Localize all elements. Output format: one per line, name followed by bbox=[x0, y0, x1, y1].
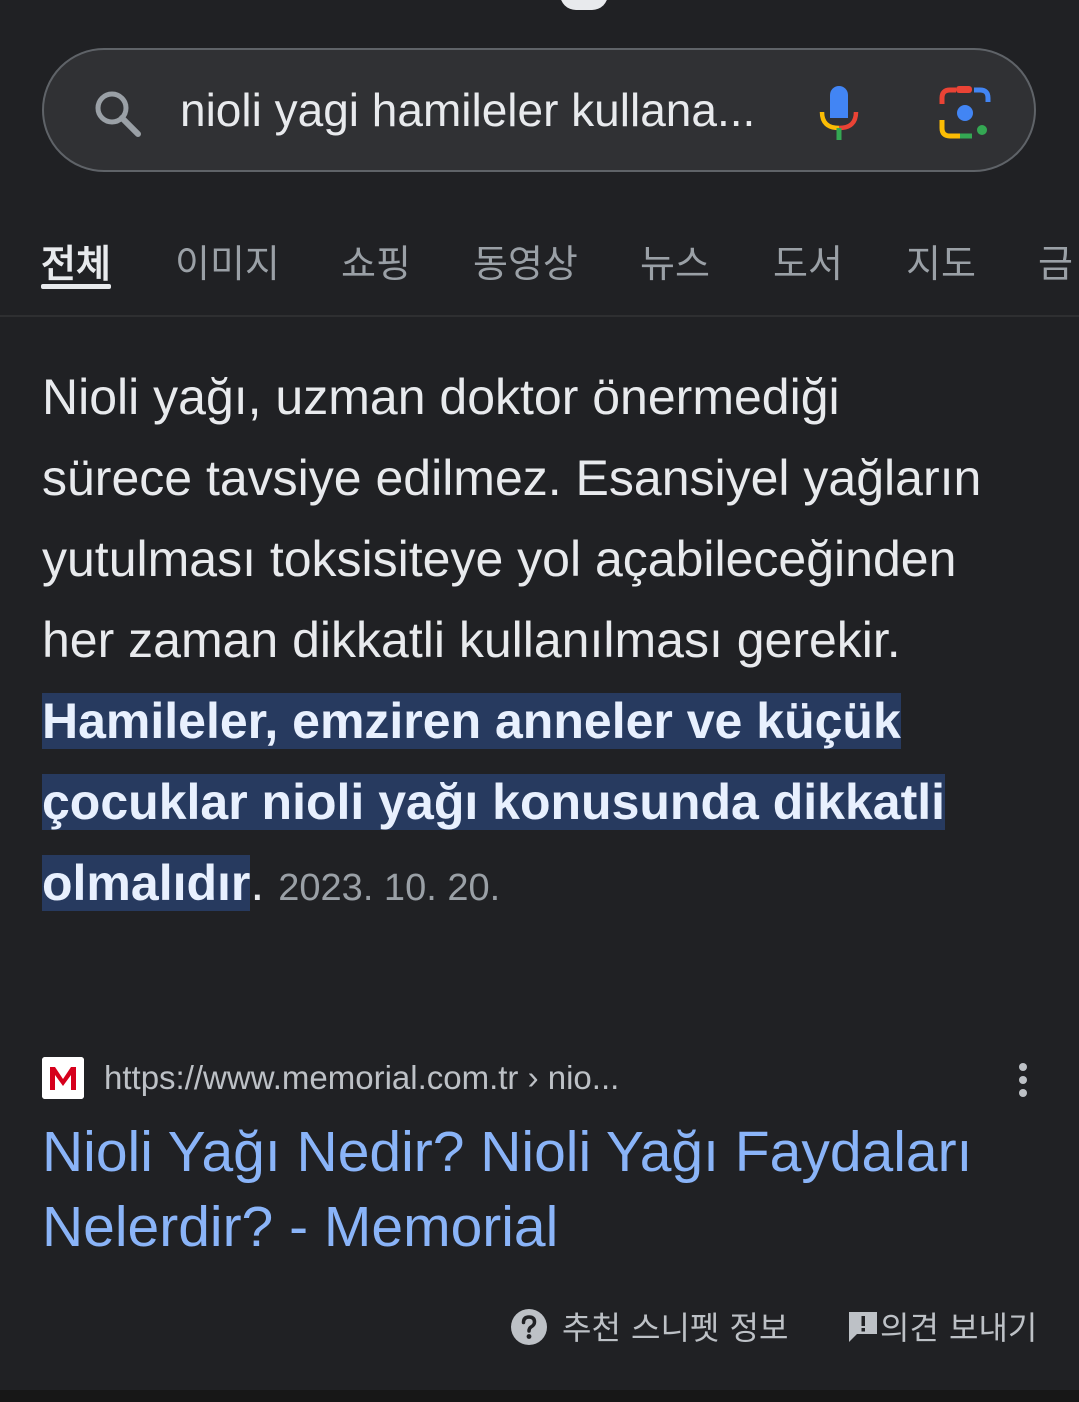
tab-shopping[interactable]: 쇼핑 bbox=[341, 233, 411, 288]
result-source: https://www.memorial.com.tr › nio... bbox=[42, 1056, 1042, 1100]
search-bar[interactable]: nioli yagi hamileler kullana... bbox=[42, 48, 1036, 172]
tab-images[interactable]: 이미지 bbox=[175, 233, 280, 288]
section-divider bbox=[0, 1390, 1079, 1402]
tab-books[interactable]: 도서 bbox=[773, 233, 843, 288]
snippet-footer: 추천 스니펫 정보 의견 보내기 bbox=[0, 1300, 1079, 1356]
feedback-icon bbox=[849, 1312, 877, 1342]
source-url[interactable]: https://www.memorial.com.tr › nio... bbox=[104, 1056, 619, 1100]
tab-videos[interactable]: 동영상 bbox=[473, 233, 578, 288]
microphone-icon[interactable] bbox=[814, 84, 864, 142]
search-tabs: 전체 이미지 쇼핑 동영상 뉴스 도서 지도 금 bbox=[0, 215, 1079, 317]
tab-news[interactable]: 뉴스 bbox=[640, 233, 710, 288]
tab-finance[interactable]: 금 bbox=[1038, 233, 1073, 288]
search-results-page: nioli yagi hamileler kullana... 전체 이미지 쇼… bbox=[0, 0, 1079, 1402]
google-lens-icon[interactable] bbox=[936, 84, 994, 142]
snippet-end-punct: . bbox=[250, 855, 265, 911]
memorial-favicon[interactable] bbox=[42, 1057, 84, 1099]
result-title-link[interactable]: Nioli Yağı Nedir? Nioli Yağı Faydaları N… bbox=[42, 1115, 1022, 1265]
search-input[interactable]: nioli yagi hamileler kullana... bbox=[180, 78, 770, 142]
more-options-icon[interactable] bbox=[1008, 1060, 1038, 1100]
tab-maps[interactable]: 지도 bbox=[906, 233, 976, 288]
snippet-date: 2023. 10. 20. bbox=[278, 867, 501, 909]
snippet-text: Nioli yağı, uzman doktor önermediği süre… bbox=[42, 369, 982, 668]
search-icon[interactable] bbox=[90, 86, 146, 142]
tab-all[interactable]: 전체 bbox=[41, 233, 111, 288]
google-logo-partial bbox=[560, 0, 608, 10]
featured-snippet: Nioli yağı, uzman doktor önermediği süre… bbox=[42, 357, 1002, 929]
feedback-link-label: 의견 보내기 bbox=[880, 1309, 1038, 1347]
active-tab-indicator bbox=[41, 284, 111, 289]
help-icon bbox=[511, 1309, 547, 1345]
about-link-label: 추천 스니펫 정보 bbox=[562, 1309, 789, 1347]
